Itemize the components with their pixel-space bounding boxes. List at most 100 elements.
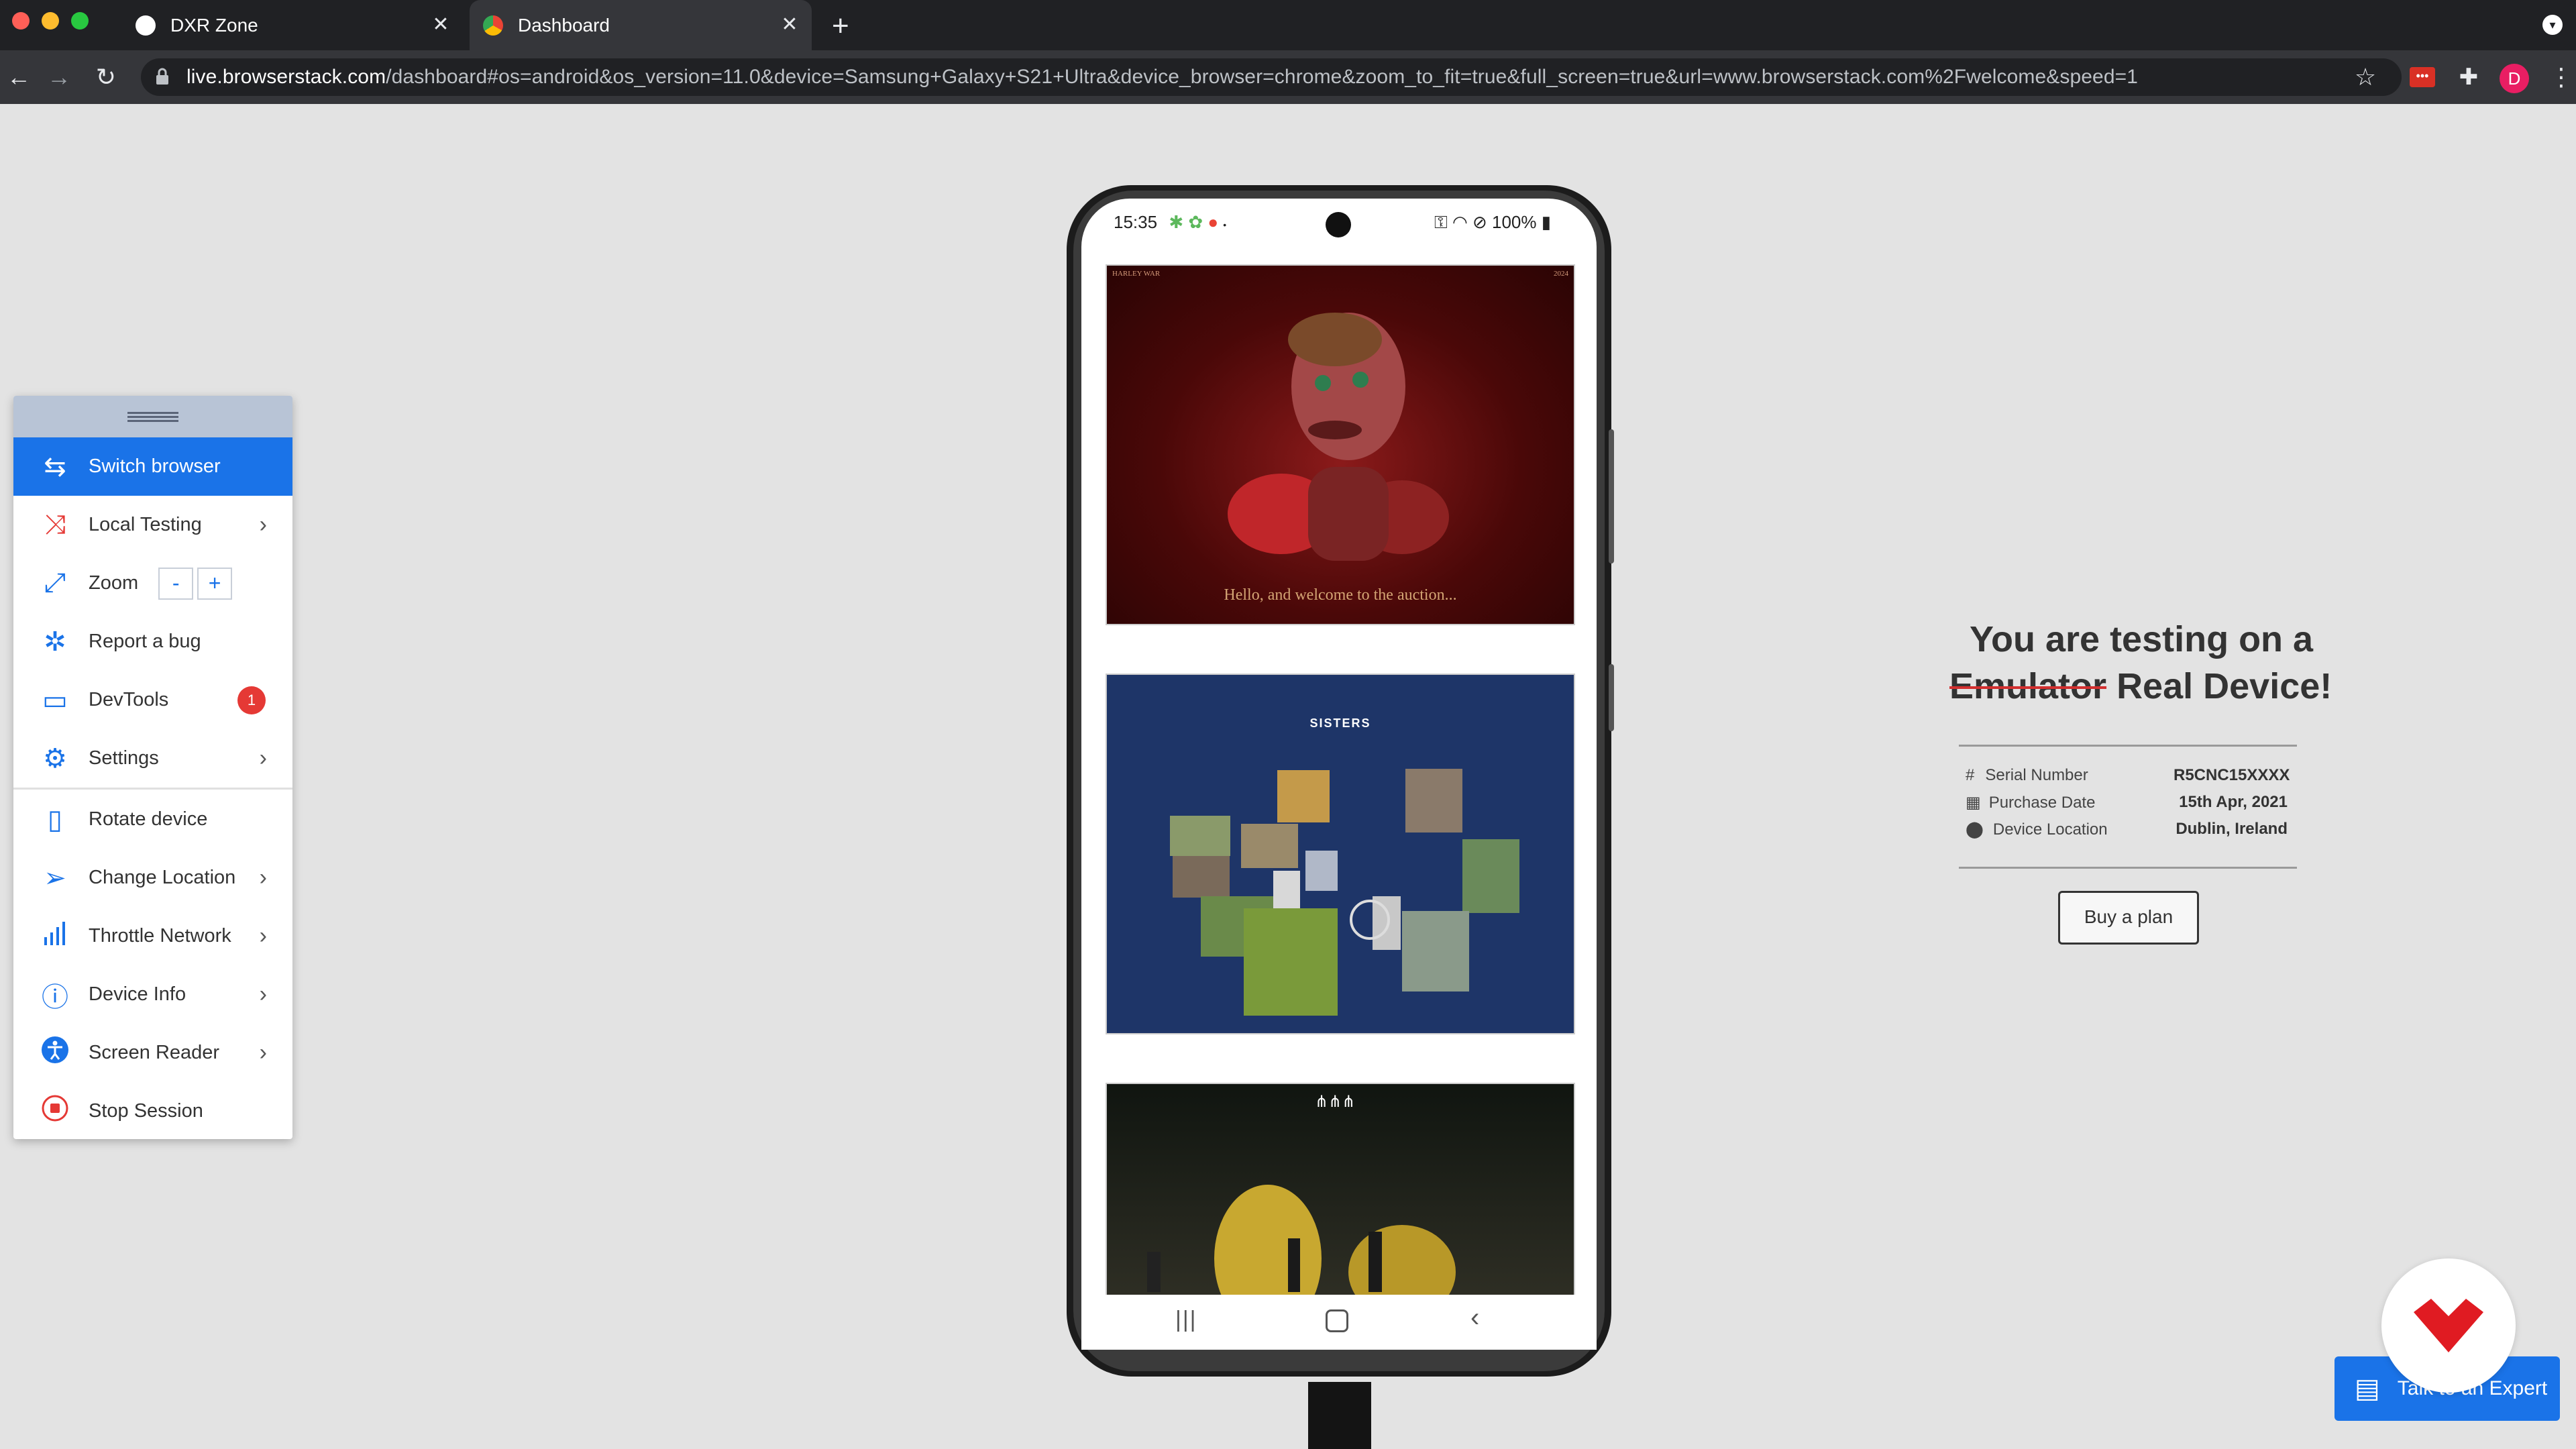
gear-icon: ⚙ [43,743,67,773]
globe-icon [136,15,156,36]
stage-logo-icon: ⋔⋔⋔ [1315,1093,1356,1111]
switch-icon: ⇆ [44,451,66,482]
rotate-device-item[interactable]: ▯ Rotate device [13,790,292,849]
android-icon: ✱ ✿ [1169,212,1203,232]
home-icon[interactable] [1326,1309,1348,1332]
info-divider-bottom [1959,867,2297,869]
settings-item[interactable]: ⚙ Settings › [13,729,292,788]
battery-level: 100% [1491,212,1537,232]
extension-icon[interactable]: ••• [2410,67,2435,87]
profile-avatar[interactable]: D [2500,64,2529,93]
stop-session-item[interactable]: Stop Session [13,1082,292,1139]
maximize-window-button[interactable] [71,12,89,30]
close-icon[interactable]: ✕ [778,13,801,36]
headline-line1: You are testing on a [1970,619,2314,659]
info-row-location: ⬤ Device Location Dublin, Ireland [1966,820,2288,839]
zoom-item: ⤢ Zoom - + [13,554,292,612]
info-row-purchase: ▦ Purchase Date 15th Apr, 2021 [1966,793,2288,812]
browserstack-logo-badge[interactable] [2381,1258,2516,1393]
chat-icon: ▤ [2355,1374,2380,1403]
zoom-in-button[interactable]: + [197,567,233,600]
chevron-right-icon: › [259,1040,267,1065]
url-text[interactable]: live.browserstack.com/dashboard#os=andro… [186,66,2138,89]
headline-rest: Real Device! [2116,666,2332,706]
browserstack-favicon-icon [483,15,503,36]
stage-illustration [1147,1185,1456,1296]
brand-logo-icon [2414,1299,2483,1352]
back-icon[interactable]: ← [0,58,38,96]
devtools-icon: ▭ [42,685,68,715]
key-icon: ⚿ [1434,212,1448,232]
signal-icon [35,920,75,953]
bug-icon: ✲ [44,627,66,657]
wifi-icon: ◠ [1452,212,1468,232]
web-card-stage[interactable]: ⋔⋔⋔ [1106,1083,1575,1296]
puzzle-extensions-icon[interactable]: ✚ [2450,58,2487,96]
card-caption: Hello, and welcome to the auction... [1224,586,1457,604]
new-tab-button[interactable]: + [832,9,849,43]
screen-reader-item[interactable]: Screen Reader › [13,1024,292,1082]
headline-line2: Emulator Real Device! [1949,665,2576,707]
chevron-right-icon: › [259,745,267,771]
buy-plan-button[interactable]: Buy a plan [2058,891,2199,945]
chevron-right-icon: › [259,981,267,1007]
throttle-network-item[interactable]: Throttle Network › [13,907,292,965]
chevron-right-icon: › [259,512,267,537]
status-bar: 15:35 ✱ ✿ ● • [1114,212,1227,232]
device-info-item[interactable]: ⓘ Device Info › [13,965,292,1024]
reload-icon[interactable]: ↻ [87,58,125,96]
location-arrow-icon: ➢ [44,863,66,893]
photo-collage [1170,769,1519,1016]
back-nav-icon[interactable]: ‹ [1470,1303,1479,1333]
report-bug-item[interactable]: ✲ Report a bug [13,612,292,671]
web-card-sisters[interactable]: SISTERS [1106,674,1575,1034]
panel-drag-handle[interactable] [13,396,292,437]
web-card-auction[interactable]: HARLEY WAR 2024 Hello, and welcome to th… [1106,264,1575,625]
headline-strike: Emulator [1949,666,2107,706]
chevron-right-icon: › [259,865,267,890]
tab-search-icon[interactable]: ▾ [2542,15,2563,35]
switch-browser-item[interactable]: ⇆ Switch browser [13,437,292,496]
zoom-out-button[interactable]: - [158,567,194,600]
chrome-icon: ● [1208,212,1219,232]
panel-divider [13,788,292,790]
close-icon[interactable]: ✕ [429,13,452,36]
dnd-icon: ⊘ [1472,212,1487,232]
accessibility-icon [35,1036,75,1071]
usb-cable [1308,1382,1371,1449]
chevron-right-icon: › [259,923,267,949]
tab-dashboard[interactable]: Dashboard ✕ [470,0,812,50]
minimize-window-button[interactable] [42,12,59,30]
tool-panel: ⇆ Switch browser ⤨ Local Testing › ⤢ Zoo… [13,396,292,1139]
recents-icon[interactable]: ||| [1175,1307,1197,1333]
change-location-item[interactable]: ➢ Change Location › [13,849,292,907]
info-icon: ⓘ [42,982,68,1012]
tab-label: DXR Zone [170,14,258,36]
info-row-serial: # Serial Number R5CNC15XXXX [1966,766,2290,784]
info-divider-top [1959,745,2297,747]
power-button [1609,664,1614,731]
front-camera [1326,212,1351,237]
devtools-item[interactable]: ▭ DevTools 1 [13,671,292,729]
forward-icon[interactable]: → [40,58,78,96]
menu-kebab-icon[interactable]: ⋮ [2542,58,2576,96]
volume-button [1609,429,1614,564]
bookmark-star-icon[interactable]: ☆ [2347,58,2384,96]
zoom-icon: ⤢ [44,568,66,598]
hash-icon: # [1966,766,1975,784]
clay-figure-illustration [1228,313,1449,561]
tab-label: Dashboard [518,14,610,36]
android-navbar: ||| ‹ [1081,1295,1597,1350]
lock-icon [156,68,169,85]
card-header-right: 2024 [1554,270,1568,278]
local-testing-icon: ⤨ [44,510,66,539]
local-testing-item[interactable]: ⤨ Local Testing › [13,496,292,554]
close-window-button[interactable] [12,12,30,30]
battery-icon: ▮ [1541,212,1552,232]
status-icons: ⚿ ◠ ⊘ 100% ▮ [1434,212,1551,233]
pin-icon: ⬤ [1966,820,1984,839]
status-time: 15:35 [1114,212,1158,232]
devtools-badge: 1 [237,686,266,714]
stop-icon [35,1094,75,1129]
tab-dxr-zone[interactable]: DXR Zone ✕ [114,0,463,50]
